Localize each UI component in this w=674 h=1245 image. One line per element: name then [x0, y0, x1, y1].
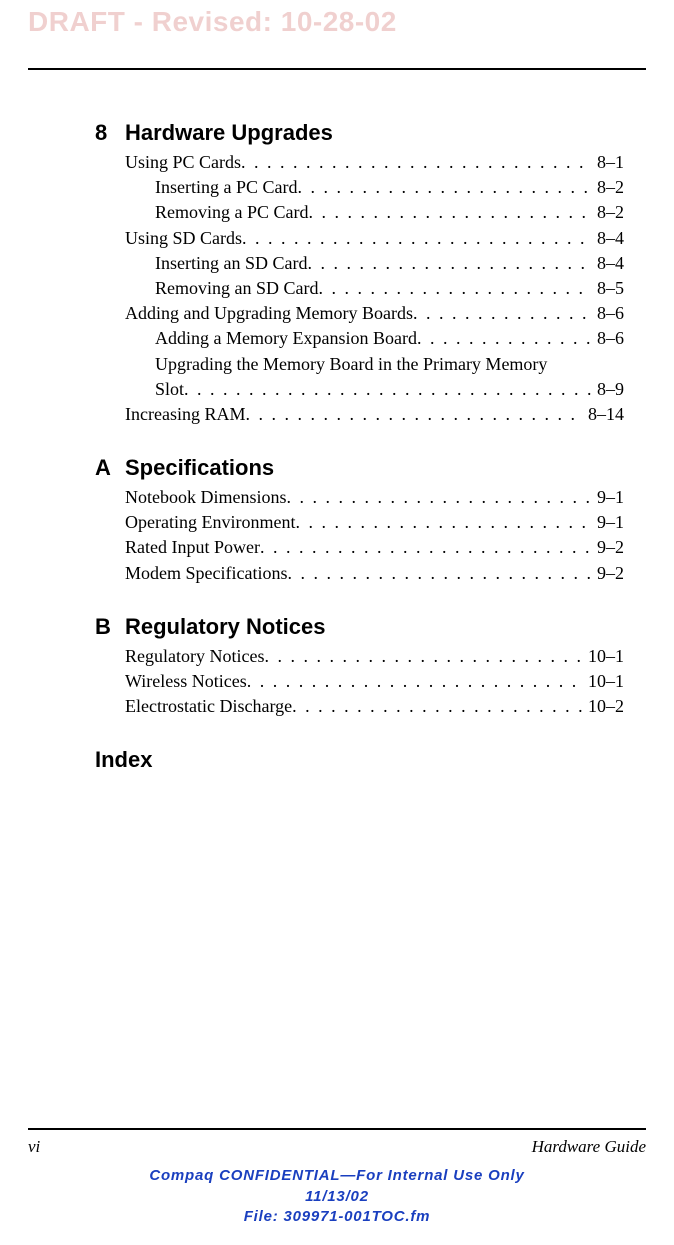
toc-entry: Operating Environment 9–1	[125, 510, 624, 535]
toc-text: Inserting an SD Card	[155, 251, 307, 276]
leader-dots	[295, 510, 591, 535]
section-number: B	[95, 614, 125, 640]
leader-dots	[319, 276, 592, 301]
leader-dots	[297, 175, 591, 200]
confidential-line2: 11/13/02	[0, 1187, 674, 1207]
toc-entry: Using SD Cards 8–4	[125, 226, 624, 251]
toc-entry: Electrostatic Discharge 10–2	[125, 694, 624, 719]
toc-page: 10–1	[582, 669, 624, 694]
toc-text: Removing a PC Card	[155, 200, 309, 225]
leader-dots	[307, 251, 591, 276]
leader-dots	[417, 326, 591, 351]
toc-entry: Regulatory Notices 10–1	[125, 644, 624, 669]
confidential-line1: Compaq CONFIDENTIAL—For Internal Use Onl…	[0, 1166, 674, 1186]
leader-dots	[309, 200, 592, 225]
toc-page: 8–6	[591, 301, 624, 326]
draft-watermark: DRAFT - Revised: 10-28-02	[0, 0, 674, 38]
toc-entry: Removing a PC Card 8–2	[155, 200, 624, 225]
footer-rule	[28, 1128, 646, 1130]
toc-text: Using SD Cards	[125, 226, 242, 251]
section-b: B Regulatory Notices Regulatory Notices 1…	[95, 614, 624, 720]
toc-text: Increasing RAM	[125, 402, 245, 427]
toc-page: 8–4	[591, 226, 624, 251]
leader-dots	[287, 561, 591, 586]
section-head: A Specifications	[95, 455, 624, 481]
toc-entry: Inserting a PC Card 8–2	[155, 175, 624, 200]
index-heading: Index	[95, 747, 624, 773]
leader-dots	[247, 669, 582, 694]
leader-dots	[245, 402, 582, 427]
toc-page: 8–4	[591, 251, 624, 276]
toc-text: Using PC Cards	[125, 150, 241, 175]
toc-text: Electrostatic Discharge	[125, 694, 292, 719]
section-number: A	[95, 455, 125, 481]
leader-dots	[241, 150, 591, 175]
toc-text: Adding a Memory Expansion Board	[155, 326, 417, 351]
toc-page: 9–2	[591, 561, 624, 586]
toc-entry: Adding and Upgrading Memory Boards 8–6	[125, 301, 624, 326]
leader-dots	[242, 226, 591, 251]
toc-text: Modem Specifications	[125, 561, 287, 586]
toc-entry: Using PC Cards 8–1	[125, 150, 624, 175]
toc-entry-wrap: Upgrading the Memory Board in the Primar…	[155, 352, 624, 377]
toc-entry: Wireless Notices 10–1	[125, 669, 624, 694]
confidential-line3: File: 309971-001TOC.fm	[0, 1207, 674, 1227]
toc-entry: Removing an SD Card 8–5	[155, 276, 624, 301]
toc-page: 9–1	[591, 485, 624, 510]
footer-title: Hardware Guide	[532, 1137, 646, 1157]
toc-text: Regulatory Notices	[125, 644, 264, 669]
toc-page: 10–2	[582, 694, 624, 719]
toc-entry: Notebook Dimensions 9–1	[125, 485, 624, 510]
toc-page: 8–1	[591, 150, 624, 175]
section-head: B Regulatory Notices	[95, 614, 624, 640]
toc-page: 9–2	[591, 535, 624, 560]
section-a: A Specifications Notebook Dimensions9–1 …	[95, 455, 624, 586]
section-title: Hardware Upgrades	[125, 120, 333, 146]
toc-entry: Increasing RAM 8–14	[125, 402, 624, 427]
toc-page: 8–6	[591, 326, 624, 351]
toc-text: Operating Environment	[125, 510, 295, 535]
toc-entry: Slot 8–9	[155, 377, 624, 402]
section-head: 8 Hardware Upgrades	[95, 120, 624, 146]
toc-page: 8–9	[591, 377, 624, 402]
footer-page-number: vi	[28, 1137, 40, 1157]
section-index: Index	[95, 747, 624, 773]
top-rule	[28, 68, 646, 70]
toc-page: 8–14	[582, 402, 624, 427]
toc-page: 8–2	[591, 200, 624, 225]
leader-dots	[287, 485, 592, 510]
leader-dots	[260, 535, 591, 560]
leader-dots	[184, 377, 591, 402]
toc-page: 10–1	[582, 644, 624, 669]
toc-text: Adding and Upgrading Memory Boards	[125, 301, 413, 326]
toc-text: Inserting a PC Card	[155, 175, 297, 200]
toc-content: 8 Hardware Upgrades Using PC Cards 8–1 In…	[95, 120, 624, 773]
section-title: Regulatory Notices	[125, 614, 326, 640]
toc-entry: Modem Specifications 9–2	[125, 561, 624, 586]
toc-text: Rated Input Power	[125, 535, 260, 560]
section-8: 8 Hardware Upgrades Using PC Cards 8–1 In…	[95, 120, 624, 427]
toc-text: Removing an SD Card	[155, 276, 319, 301]
toc-page: 8–2	[591, 175, 624, 200]
toc-entry: Inserting an SD Card 8–4	[155, 251, 624, 276]
section-number: 8	[95, 120, 125, 146]
toc-entry: Rated Input Power 9–2	[125, 535, 624, 560]
confidential-footer: Compaq CONFIDENTIAL—For Internal Use Onl…	[0, 1166, 674, 1227]
toc-text: Notebook Dimensions	[125, 485, 287, 510]
footer: vi Hardware Guide	[28, 1137, 646, 1157]
toc-text: Wireless Notices	[125, 669, 247, 694]
toc-entry: Adding a Memory Expansion Board 8–6	[155, 326, 624, 351]
toc-text: Slot	[155, 377, 184, 402]
section-title: Specifications	[125, 455, 274, 481]
toc-page: 9–1	[591, 510, 624, 535]
leader-dots	[264, 644, 582, 669]
toc-page: 8–5	[591, 276, 624, 301]
leader-dots	[292, 694, 582, 719]
leader-dots	[413, 301, 591, 326]
